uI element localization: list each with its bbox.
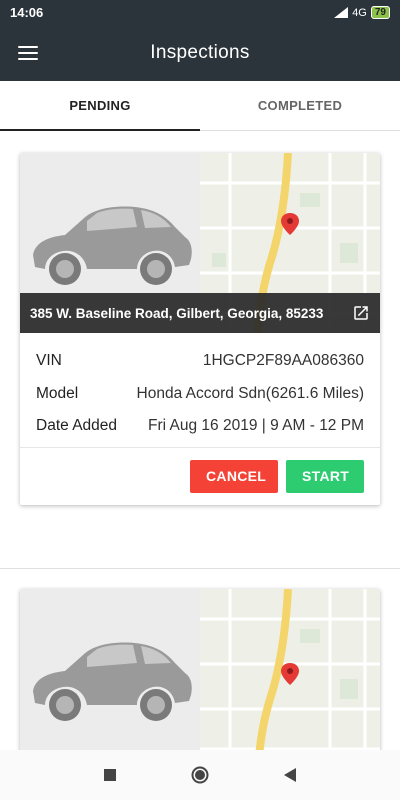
inspection-details: VIN 1HGCP2F89AA086360 Model Honda Accord…: [20, 333, 380, 448]
start-button[interactable]: START: [286, 459, 364, 493]
network-type: 4G: [352, 6, 367, 19]
menu-button[interactable]: [0, 25, 56, 81]
cancel-button[interactable]: CANCEL: [190, 459, 278, 493]
address-bar: 385 W. Baseline Road, Gilbert, Georgia, …: [20, 293, 380, 333]
open-in-new-icon[interactable]: [352, 304, 370, 322]
app-bar: Inspections: [0, 25, 400, 81]
card-media: 385 W. Baseline Road, Gilbert, Georgia, …: [20, 153, 380, 333]
home-icon: [191, 766, 209, 784]
car-placeholder-image: [20, 589, 200, 750]
detail-label: Date Added: [36, 417, 118, 435]
inspection-card[interactable]: 385 W. Baseline Road, Gilbert, Georgia, …: [20, 153, 380, 505]
inspection-card[interactable]: [20, 589, 380, 750]
detail-value: Honda Accord Sdn(6261.6 Miles): [136, 384, 364, 402]
detail-value: Fri Aug 16 2019 | 9 AM - 12 PM: [148, 417, 364, 435]
recent-apps-icon: [104, 769, 116, 781]
detail-label: VIN: [36, 352, 62, 370]
tab-bar: PENDING COMPLETED: [0, 81, 400, 131]
detail-row-vin: VIN 1HGCP2F89AA086360: [36, 345, 364, 378]
home-button[interactable]: [190, 765, 210, 785]
card-actions: CANCEL START: [20, 448, 380, 505]
card-media: [20, 589, 380, 750]
battery-badge: 79: [370, 6, 390, 19]
back-icon: [284, 768, 296, 782]
address-text: 385 W. Baseline Road, Gilbert, Georgia, …: [30, 305, 324, 321]
car-icon: [33, 206, 192, 285]
tab-completed[interactable]: COMPLETED: [200, 81, 400, 130]
car-icon: [33, 642, 192, 721]
status-icons: 4G 79: [334, 6, 390, 19]
detail-label: Model: [36, 384, 79, 402]
detail-row-model: Model Honda Accord Sdn(6261.6 Miles): [36, 378, 364, 411]
tab-pending[interactable]: PENDING: [0, 81, 200, 131]
recent-apps-button[interactable]: [100, 765, 120, 785]
map-thumbnail[interactable]: [200, 589, 380, 750]
list-divider: [0, 568, 400, 569]
back-button[interactable]: [280, 765, 300, 785]
detail-value: 1HGCP2F89AA086360: [202, 352, 364, 370]
system-nav-bar: [0, 750, 400, 800]
detail-row-date-added: Date Added Fri Aug 16 2019 | 9 AM - 12 P…: [36, 410, 364, 443]
hamburger-menu-icon: [18, 46, 38, 60]
status-bar: 14:06 4G 79: [0, 0, 400, 25]
page-title: Inspections: [150, 42, 250, 63]
signal-icon: [334, 7, 349, 18]
status-time: 14:06: [10, 5, 44, 20]
inspection-list[interactable]: 385 W. Baseline Road, Gilbert, Georgia, …: [0, 131, 400, 750]
